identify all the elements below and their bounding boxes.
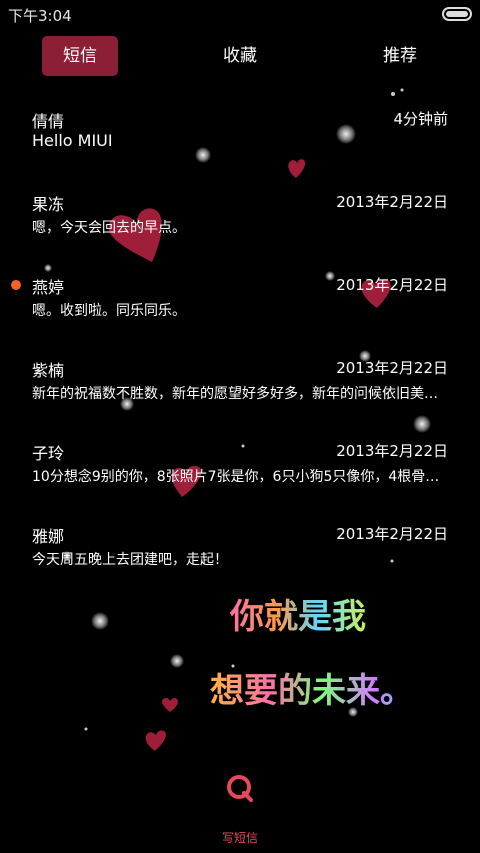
wallpaper-line-1: 你就是我	[229, 597, 366, 637]
sender-name: 紫楠	[32, 361, 65, 380]
compose-message-icon	[227, 775, 253, 802]
message-preview: 嗯。收到啦。同乐同乐。	[32, 303, 186, 319]
tab-recommended[interactable]: 推荐	[362, 36, 438, 76]
message-preview: 新年的祝福数不胜数，新年的愿望好多好多，新年的问候依旧美好…	[32, 386, 446, 402]
wallpaper-line-2: 想要的未来。	[210, 671, 414, 711]
message-time: 4分钟前	[393, 110, 448, 128]
compose-label: 写短信	[221, 831, 258, 845]
list-item[interactable]: 果冻 2013年2月22日 嗯，今天会回去的早点。	[0, 183, 480, 265]
battery-level	[446, 11, 468, 17]
message-time: 2013年2月22日	[336, 276, 448, 294]
message-time: 2013年2月22日	[336, 359, 448, 377]
list-item[interactable]: 子玲 2013年2月22日 10分想念9别的你，8张照片7张是你，6只小狗5只像…	[0, 432, 480, 514]
message-time: 2013年2月22日	[336, 525, 448, 543]
list-item[interactable]: 紫楠 2013年2月22日 新年的祝福数不胜数，新年的愿望好多好多，新年的问候依…	[0, 349, 480, 431]
message-preview: 嗯，今天会回去的早点。	[32, 220, 186, 236]
list-item[interactable]: 雅娜 2013年2月22日 今天周五晚上去团建吧，走起！	[0, 515, 480, 597]
status-time: 下午3:04	[8, 7, 72, 25]
message-preview: 今天周五晚上去团建吧，走起！	[32, 552, 228, 568]
sender-name: 倩倩	[32, 112, 65, 131]
sender-name: 子玲	[32, 444, 65, 463]
unread-dot-icon	[11, 280, 21, 290]
tab-favorites[interactable]: 收藏	[202, 36, 278, 76]
sender-name: 雅娜	[32, 527, 65, 546]
sender-name: 果冻	[32, 195, 65, 214]
message-time: 2013年2月22日	[336, 193, 448, 211]
message-preview: Hello MIUI	[32, 131, 113, 150]
list-item[interactable]: 倩倩 4分钟前 Hello MIUI	[0, 100, 480, 182]
tab-messages[interactable]: 短信	[42, 36, 118, 76]
tab-bar: 短信 收藏 推荐	[0, 36, 480, 78]
sender-name: 燕婷	[32, 278, 65, 297]
list-item[interactable]: 燕婷 2013年2月22日 嗯。收到啦。同乐同乐。	[0, 266, 480, 348]
message-preview: 10分想念9别的你，8张照片7张是你，6只小狗5只像你，4根骨头…	[32, 469, 446, 485]
compose-button[interactable]: 写短信	[200, 770, 280, 850]
message-time: 2013年2月22日	[336, 442, 448, 460]
battery-icon	[442, 7, 472, 21]
status-bar: 下午3:04	[0, 0, 480, 28]
